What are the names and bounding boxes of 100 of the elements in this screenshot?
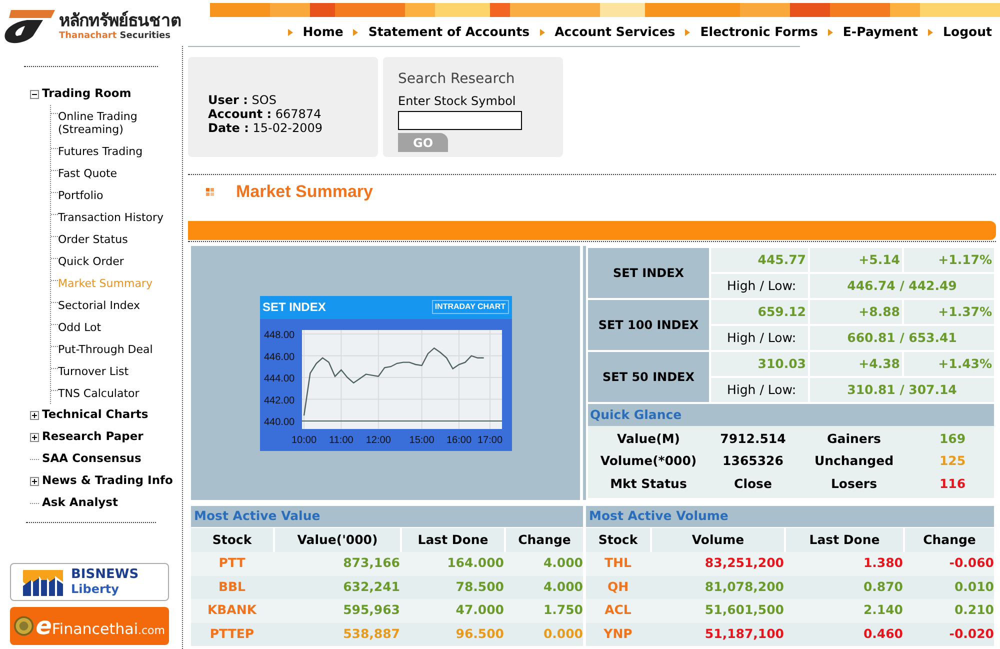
sidebar-item[interactable]: Portfolio	[58, 184, 104, 206]
table-cell-text: 1.750	[542, 601, 583, 620]
index-change: +8.88	[810, 300, 902, 324]
sidebar-group[interactable]: SAA Consensus	[42, 450, 142, 468]
index-name: SET 50 INDEX	[588, 352, 709, 402]
stat-label: Mkt Status	[609, 474, 688, 493]
sidebar-item[interactable]: Odd Lot	[58, 316, 102, 338]
axis-label: 16:00	[446, 434, 472, 446]
index-percent: +1.17%	[904, 248, 994, 272]
bullet-icon	[353, 28, 358, 36]
index-change: +4.38	[810, 352, 902, 376]
stat-label: Volume(*000)	[599, 452, 698, 470]
nav-link[interactable]: Logout	[943, 23, 992, 42]
axis-label: 15:00	[408, 434, 434, 446]
high-low-label: High / Low:	[711, 378, 808, 402]
index-name: SET 100 INDEX	[588, 300, 709, 350]
index-name: SET INDEX	[588, 248, 709, 298]
stat-label: Unchanged	[813, 452, 895, 470]
page-title: Market Summary	[236, 180, 374, 203]
nav-link[interactable]: Account Services	[554, 23, 676, 42]
stat-count: 125	[938, 452, 967, 470]
table-cell-text: 632,241	[342, 578, 400, 596]
index-change: +5.14	[810, 248, 902, 272]
bullet-icon	[928, 28, 934, 36]
table-cell-text: 0.210	[953, 601, 994, 620]
table-cell-text: 538,887	[342, 624, 400, 643]
high-low-label: High / Low:	[711, 274, 808, 298]
logo-subtitle: Thanachart Securities	[59, 32, 172, 41]
high-low-value: 660.81 / 653.41	[810, 326, 994, 350]
collapse-icon[interactable]	[30, 90, 39, 98]
coin-icon	[14, 615, 34, 637]
column-header: Volume	[652, 528, 784, 552]
nav-link[interactable]: Electronic Forms	[700, 23, 818, 42]
bullet-icon	[685, 28, 690, 36]
sidebar-group[interactable]: Trading Room	[42, 85, 132, 103]
table-cell-text: 0.000	[542, 624, 583, 643]
stat-value: Close	[733, 474, 773, 493]
index-value: 310.03	[711, 352, 808, 376]
column-header: Last Done	[402, 528, 504, 552]
axis-label: 440.00	[264, 416, 294, 428]
stat-label: Value(M)	[616, 430, 681, 448]
table-cell-text: 96.500	[454, 624, 504, 643]
table-cell-text: 4.000	[542, 578, 583, 596]
account-info: Account : 667874	[208, 107, 322, 121]
banner-title: BISNEWS	[71, 568, 139, 582]
axis-label: 12:00	[365, 434, 390, 446]
nav-link[interactable]: Home	[302, 23, 344, 42]
index-percent: +1.37%	[904, 300, 994, 324]
sidebar-item[interactable]: Turnover List	[58, 360, 129, 382]
table-cell-text: 2.140	[862, 601, 903, 620]
bullet-icon	[540, 28, 545, 36]
column-header: Change	[905, 528, 994, 552]
chart-title: SET INDEX	[262, 299, 326, 316]
table-cell-text: 0.870	[862, 578, 903, 596]
axis-label: 444.00	[264, 373, 294, 384]
bisnews-banner[interactable]: BISNEWS Liberty	[10, 563, 169, 601]
stat-value: 7912.514	[719, 430, 787, 448]
table-cell-text: 1.380	[862, 554, 903, 572]
table-cell-text: 0.010	[953, 578, 994, 596]
account-info: User : SOS	[208, 93, 278, 107]
account-info: Date : 15-02-2009	[208, 121, 324, 135]
nav-link[interactable]: Statement of Accounts	[368, 23, 530, 42]
sidebar-group[interactable]: News & Trading Info	[42, 472, 173, 490]
column-header: Stock	[191, 528, 273, 552]
sidebar-item[interactable]: Put-Through Deal	[58, 338, 153, 360]
sidebar-item[interactable]: TNS Calculator	[58, 382, 140, 404]
column-header: Stock	[586, 528, 650, 552]
stat-label: Gainers	[826, 430, 882, 448]
axis-label: 448.00	[264, 330, 294, 340]
table-cell-text: 164.000	[446, 554, 504, 572]
table-cell-text: -0.020	[948, 624, 994, 643]
sidebar-group[interactable]: Ask Analyst	[42, 494, 118, 512]
expand-icon[interactable]	[30, 432, 39, 442]
table-title: Most Active Value	[191, 506, 583, 527]
sidebar-item[interactable]: Online Trading (Streaming)	[58, 105, 176, 140]
axis-label: 446.00	[264, 351, 294, 362]
expand-icon[interactable]	[30, 410, 39, 420]
banner-subtitle: Liberty	[71, 582, 120, 596]
sidebar-item[interactable]: Transaction History	[58, 206, 164, 228]
stat-count: 116	[938, 474, 967, 493]
nav-link[interactable]: E-Payment	[842, 23, 918, 42]
stock-symbol-field[interactable]	[398, 111, 522, 130]
sidebar-item[interactable]: Sectorial Index	[58, 294, 140, 316]
sidebar-group[interactable]: Research Paper	[42, 428, 144, 446]
sidebar-item[interactable]: Fast Quote	[58, 162, 118, 184]
table-cell-text: 595,963	[342, 601, 400, 620]
banner-logo-text: eFinancethai.com	[36, 611, 165, 642]
table-title: Most Active Volume	[586, 506, 994, 527]
section-title: Quick Glance	[588, 404, 994, 426]
axis-label: 11:00	[328, 434, 353, 446]
sidebar-item[interactable]: Order Status	[58, 228, 128, 250]
table-cell-text: 78.500	[454, 578, 504, 596]
sidebar-group[interactable]: Technical Charts	[42, 406, 148, 424]
logo-icon	[3, 8, 55, 46]
sidebar-item[interactable]: Futures Trading	[58, 140, 143, 162]
expand-icon[interactable]	[30, 476, 39, 486]
column-header: Last Done	[786, 528, 903, 552]
sidebar-item[interactable]: Quick Order	[58, 250, 124, 272]
stat-label: Losers	[830, 474, 878, 493]
bullet-icon	[828, 28, 833, 36]
